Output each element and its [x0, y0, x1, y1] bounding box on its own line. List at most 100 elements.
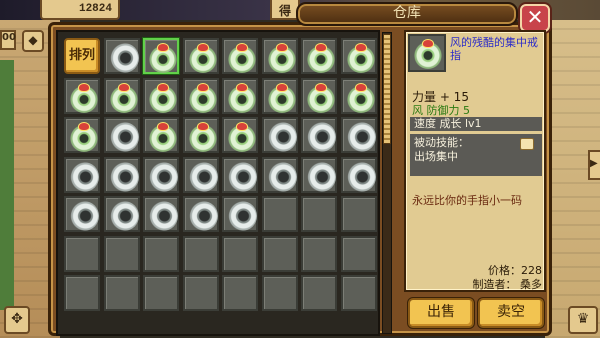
stat-wind-defense: 风 防御力 5: [412, 104, 470, 117]
inventory-slot[interactable]: [103, 117, 140, 153]
jeweled-ring-icon: [266, 43, 297, 73]
inventory-slot[interactable]: [222, 117, 258, 153]
jeweled-ring-icon: [148, 122, 178, 152]
inventory-slot[interactable]: [222, 38, 258, 74]
inventory-slot-empty[interactable]: [143, 235, 179, 272]
ring-icon: [148, 161, 178, 192]
item-description: 永远比你的手指小一码: [412, 194, 522, 207]
ring-icon: [108, 122, 139, 152]
inventory-slot[interactable]: [182, 38, 219, 74]
inventory-slot[interactable]: [301, 38, 337, 74]
inventory-slot-empty[interactable]: [222, 275, 258, 311]
inventory-slot-empty[interactable]: [64, 235, 100, 272]
crown-icon[interactable]: ♛: [568, 306, 598, 334]
passive-skill-value: 出场集中: [414, 150, 458, 163]
inventory-slot[interactable]: [261, 38, 298, 74]
inventory-slot[interactable]: [103, 196, 140, 232]
right-arrow-icon[interactable]: ▶: [588, 150, 600, 180]
inventory-slot[interactable]: [182, 156, 219, 193]
inventory-slot[interactable]: [182, 196, 219, 232]
inventory-slot[interactable]: [301, 77, 337, 114]
inventory-slot-empty[interactable]: [301, 275, 337, 311]
left-mini-tab[interactable]: 00: [0, 30, 16, 50]
inventory-slot[interactable]: [222, 77, 258, 114]
ring-icon: [227, 201, 257, 231]
inventory-slot-empty[interactable]: [103, 235, 140, 272]
inventory-grid: 排列: [56, 30, 380, 336]
inventory-slot[interactable]: [64, 156, 100, 193]
inventory-slot-empty[interactable]: [182, 235, 219, 272]
inventory-slot[interactable]: [261, 77, 298, 114]
inventory-slot[interactable]: [143, 77, 179, 114]
item-name: 风的残酷的集中戒指: [450, 36, 538, 62]
inventory-slot[interactable]: [301, 117, 337, 153]
inventory-slot-empty[interactable]: [301, 235, 337, 272]
inventory-slot[interactable]: [182, 117, 219, 153]
ring-icon: [306, 161, 336, 192]
close-button[interactable]: ✕: [520, 4, 550, 32]
inventory-slot-empty[interactable]: [261, 235, 298, 272]
inventory-slot-empty[interactable]: [64, 275, 100, 311]
inventory-slot-empty[interactable]: [340, 275, 377, 311]
ring-icon: [187, 161, 218, 192]
diamond-icon[interactable]: ◆: [22, 30, 44, 52]
inventory-slot[interactable]: [222, 156, 258, 193]
inventory-slot-empty[interactable]: [340, 196, 377, 232]
inventory-slot[interactable]: [103, 38, 140, 74]
ring-icon: [108, 201, 139, 231]
inventory-slot-empty[interactable]: [143, 275, 179, 311]
inventory-slot[interactable]: [103, 156, 140, 193]
window-title: 仓库: [296, 2, 518, 26]
inventory-slot[interactable]: [261, 117, 298, 153]
jeweled-ring-icon: [148, 43, 178, 73]
inventory-slot[interactable]: [340, 38, 377, 74]
scrollbar-thumb[interactable]: [383, 34, 391, 144]
inventory-slot[interactable]: [301, 156, 337, 193]
ring-icon: [108, 43, 139, 73]
ring-icon: [345, 122, 376, 152]
inventory-slot-empty[interactable]: [261, 275, 298, 311]
jeweled-ring-icon: [108, 82, 139, 113]
item-maker: 制造者： 桑多: [472, 278, 543, 291]
inventory-slot[interactable]: [143, 38, 179, 74]
inventory-slot[interactable]: [143, 156, 179, 193]
inventory-slot-empty[interactable]: [261, 196, 298, 232]
inventory-slot[interactable]: [143, 117, 179, 153]
jeweled-ring-icon: [69, 82, 99, 113]
ring-icon: [69, 161, 99, 192]
inventory-slot-empty[interactable]: [340, 235, 377, 272]
sell-button[interactable]: 出售: [408, 298, 474, 328]
jeweled-ring-icon: [187, 43, 218, 73]
inventory-slot[interactable]: [340, 117, 377, 153]
ring-icon: [108, 161, 139, 192]
inventory-slot[interactable]: [103, 77, 140, 114]
inventory-slot[interactable]: [143, 196, 179, 232]
inventory-slot-empty[interactable]: [222, 235, 258, 272]
jeweled-ring-icon: [345, 82, 376, 113]
inventory-slot[interactable]: [340, 77, 377, 114]
ring-icon: [266, 161, 297, 192]
jeweled-ring-icon: [306, 82, 336, 113]
sell-all-button[interactable]: 卖空: [478, 298, 544, 328]
inventory-slot-empty[interactable]: [182, 275, 219, 311]
move-cross-icon[interactable]: ✥: [4, 306, 30, 334]
inventory-slot[interactable]: [64, 77, 100, 114]
inventory-slot[interactable]: [182, 77, 219, 114]
jeweled-ring-icon: [227, 43, 257, 73]
ring-icon: [69, 201, 99, 231]
inventory-slot[interactable]: [64, 117, 100, 153]
inventory-slot[interactable]: [64, 196, 100, 232]
scroll-icon: [520, 138, 534, 150]
item-detail-icon: [408, 34, 446, 72]
inventory-slot-empty[interactable]: [301, 196, 337, 232]
inventory-slot[interactable]: [261, 156, 298, 193]
inventory-slot[interactable]: [340, 156, 377, 193]
stat-speed-growth: 速度 成长 lv1: [410, 117, 542, 131]
inventory-slot[interactable]: [222, 196, 258, 232]
ring-icon: [413, 39, 443, 69]
sort-button[interactable]: 排列: [64, 38, 100, 74]
jeweled-ring-icon: [187, 82, 218, 113]
ring-icon: [345, 161, 376, 192]
background-grass: [0, 60, 14, 310]
inventory-slot-empty[interactable]: [103, 275, 140, 311]
